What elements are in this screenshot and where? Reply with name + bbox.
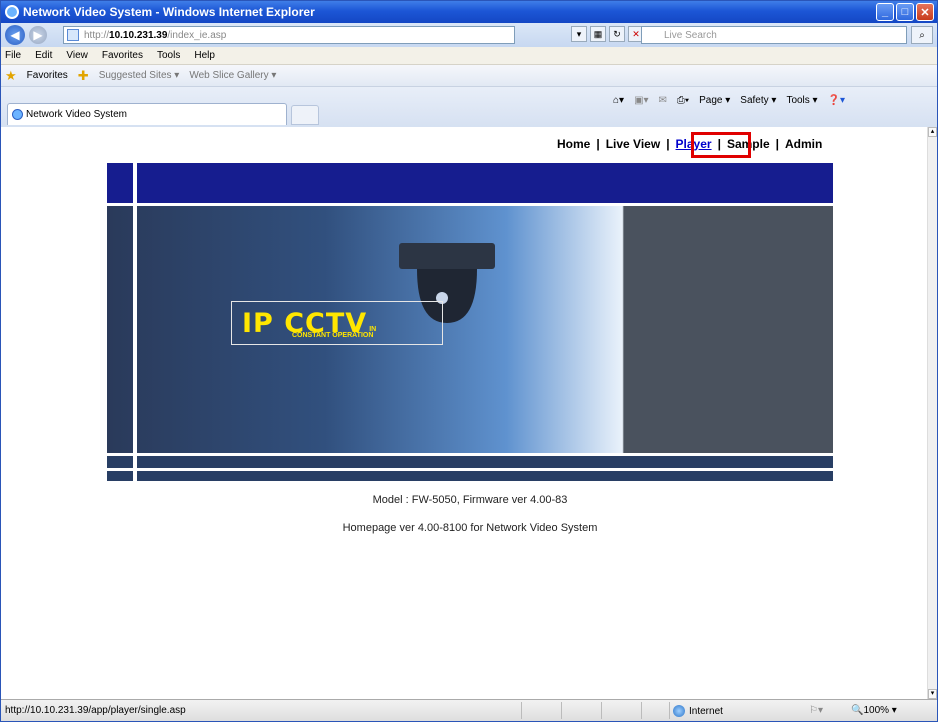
address-path: /index_ie.asp xyxy=(167,29,227,41)
feeds-icon[interactable]: ▣▾ xyxy=(634,95,648,106)
logo-sub-text: CONSTANT OPERATION xyxy=(292,332,374,339)
nav-live-view[interactable]: Live View xyxy=(606,137,660,151)
homepage-version: Homepage ver 4.00-8100 for Network Video… xyxy=(342,522,598,534)
model-info: Model : FW-5050, Firmware ver 4.00-83 xyxy=(372,494,568,506)
search-placeholder: Live Search xyxy=(664,29,717,41)
help-icon[interactable]: ❓▾ xyxy=(828,95,845,106)
banner-vertical-line xyxy=(133,163,137,481)
dropdown-icon[interactable]: ▾ xyxy=(571,26,587,42)
mail-icon[interactable]: ✉ xyxy=(659,95,667,106)
nav-home[interactable]: Home xyxy=(557,137,590,151)
ip-cctv-banner: IP CCTV IN CONSTANT OPERATION xyxy=(107,163,833,481)
page-content: Home | Live View | Player | Sample | Adm… xyxy=(1,127,927,699)
search-input[interactable]: Live Search xyxy=(641,26,907,44)
print-icon[interactable]: ⎙▾ xyxy=(677,95,689,106)
address-bar[interactable]: http://10.10.231.39/index_ie.asp xyxy=(63,26,515,44)
tab-title: Network Video System xyxy=(26,109,127,120)
menu-tools[interactable]: Tools xyxy=(157,50,180,61)
player-highlight-box xyxy=(691,132,751,158)
address-tools: ▾ ▦ ↻ ✕ xyxy=(571,26,644,42)
nav-admin[interactable]: Admin xyxy=(785,137,822,151)
menu-edit[interactable]: Edit xyxy=(35,50,52,61)
menu-bar: File Edit View Favorites Tools Help xyxy=(1,47,937,65)
nav-separator: | xyxy=(775,137,779,151)
minimize-button[interactable]: _ xyxy=(876,3,894,21)
menu-view[interactable]: View xyxy=(66,50,88,61)
menu-file[interactable]: File xyxy=(5,50,21,61)
back-button[interactable]: ◀ xyxy=(5,25,25,45)
status-divider xyxy=(601,702,602,719)
address-toolbar: ◀ ▶ http://10.10.231.39/index_ie.asp ▾ ▦… xyxy=(1,23,937,47)
maximize-button[interactable]: □ xyxy=(896,3,914,21)
address-host: 10.10.231.39 xyxy=(109,29,168,41)
status-divider xyxy=(669,702,670,719)
new-tab-button[interactable] xyxy=(291,105,319,125)
nav-separator: | xyxy=(666,137,670,151)
status-divider xyxy=(561,702,562,719)
zoom-value: 100% xyxy=(863,705,890,716)
favorites-button[interactable]: Favorites xyxy=(27,70,68,81)
protected-mode-icon[interactable]: ⚐▾ xyxy=(809,705,823,716)
search-icon[interactable]: ⌕ xyxy=(911,26,933,44)
title-bar: Network Video System - Windows Internet … xyxy=(1,1,937,23)
banner-top-strip xyxy=(107,163,833,203)
favorites-star-icon: ★ xyxy=(5,67,17,83)
menu-help[interactable]: Help xyxy=(194,50,215,61)
nav-separator: | xyxy=(596,137,600,151)
close-button[interactable]: ✕ xyxy=(916,3,934,21)
globe-icon xyxy=(673,705,685,717)
menu-favorites[interactable]: Favorites xyxy=(102,50,143,61)
favorites-bar: ★ Favorites ✚ Suggested Sites ▾ Web Slic… xyxy=(1,65,937,87)
status-bar: http://10.10.231.39/app/player/single.as… xyxy=(1,699,937,721)
tab-row: Network Video System ⌂▾ ▣▾ ✉ ⎙▾ Page ▾ S… xyxy=(1,87,937,127)
suggested-sites[interactable]: Suggested Sites ▾ xyxy=(99,70,180,81)
add-favorite-icon[interactable]: ✚ xyxy=(78,68,89,84)
banner-divider xyxy=(107,453,833,456)
compatibility-icon[interactable]: ▦ xyxy=(590,26,606,42)
safety-menu[interactable]: Safety ▾ xyxy=(740,95,776,106)
banner-divider xyxy=(107,203,833,206)
command-bar: ⌂▾ ▣▾ ✉ ⎙▾ Page ▾ Safety ▾ Tools ▾ ❓▾ xyxy=(613,89,845,111)
window-title: Network Video System - Windows Internet … xyxy=(23,5,315,19)
refresh-icon[interactable]: ↻ xyxy=(609,26,625,42)
home-icon[interactable]: ⌂▾ xyxy=(613,95,624,106)
ie-logo-icon xyxy=(5,5,19,19)
banner-divider xyxy=(107,468,833,471)
security-zone: Internet xyxy=(673,705,723,717)
address-prefix: http:// xyxy=(84,29,110,41)
forward-button[interactable]: ▶ xyxy=(29,26,47,44)
scroll-up-icon[interactable]: ▴ xyxy=(928,127,937,137)
web-slice-gallery[interactable]: Web Slice Gallery ▾ xyxy=(189,70,276,81)
status-url: http://10.10.231.39/app/player/single.as… xyxy=(5,705,186,716)
status-divider xyxy=(641,702,642,719)
vertical-scrollbar[interactable]: ▴ ▾ xyxy=(927,127,937,699)
tab-ie-icon xyxy=(12,109,23,120)
tab-network-video-system[interactable]: Network Video System xyxy=(7,103,287,125)
tools-menu[interactable]: Tools ▾ xyxy=(786,95,817,106)
window-controls: _ □ ✕ xyxy=(876,3,934,21)
ip-cctv-logo: IP CCTV IN CONSTANT OPERATION xyxy=(231,301,443,345)
browser-window: Network Video System - Windows Internet … xyxy=(0,0,938,722)
page-icon xyxy=(67,29,79,41)
zoom-level[interactable]: 🔍100% ▾ xyxy=(851,705,897,716)
status-divider xyxy=(521,702,522,719)
page-menu[interactable]: Page ▾ xyxy=(699,95,730,106)
top-navigation: Home | Live View | Player | Sample | Adm… xyxy=(557,137,822,151)
zone-label: Internet xyxy=(689,705,723,717)
scroll-down-icon[interactable]: ▾ xyxy=(928,689,937,699)
